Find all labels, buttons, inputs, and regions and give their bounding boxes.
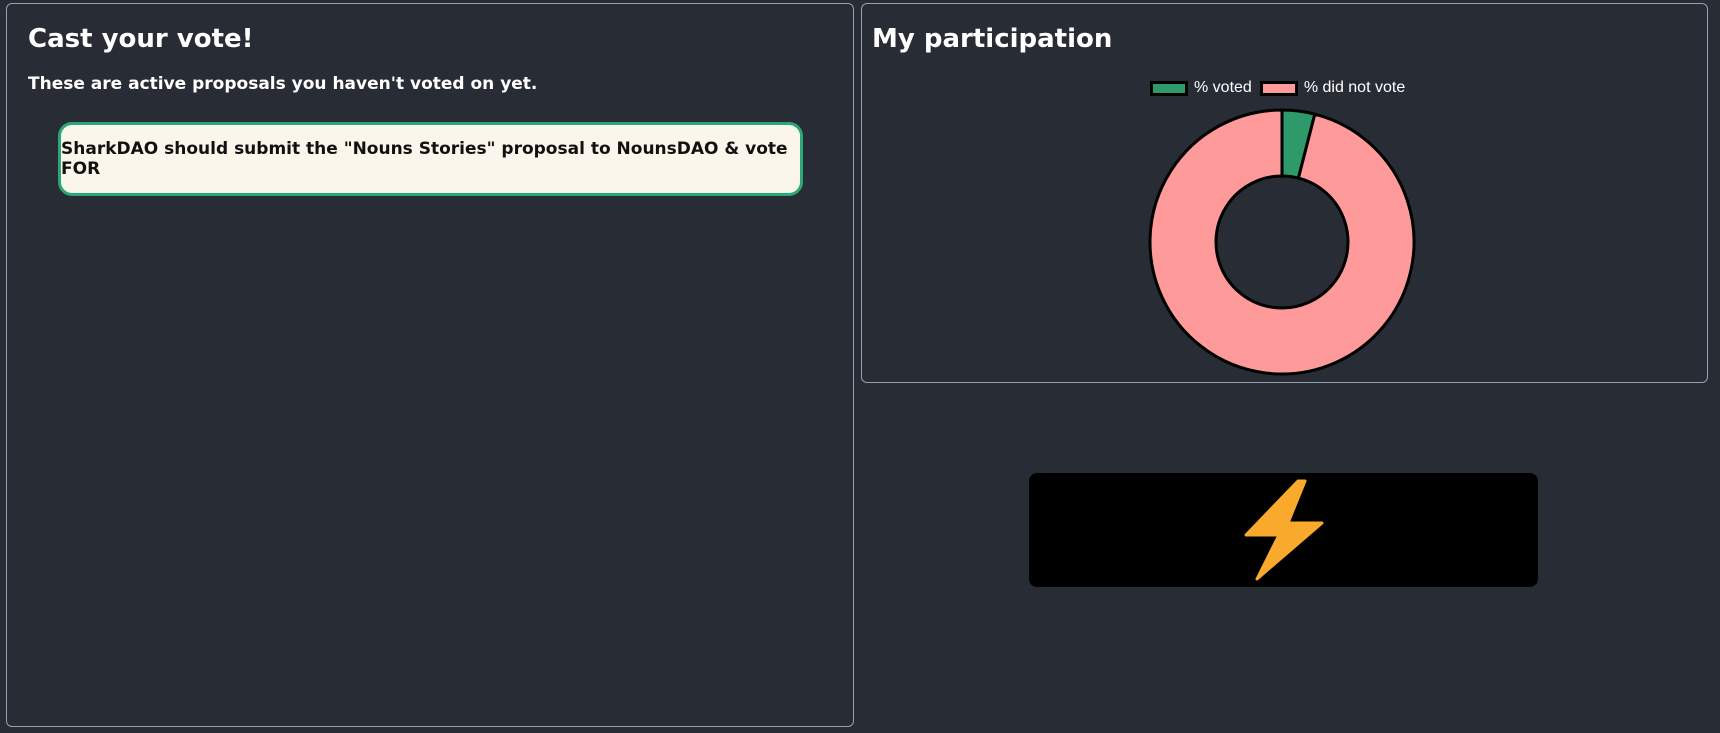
participation-donut-chart	[1148, 108, 1416, 376]
page: Cast your vote! These are active proposa…	[0, 0, 1720, 733]
lightning-badge[interactable]	[1029, 473, 1538, 587]
legend-label-voted: % voted	[1194, 79, 1252, 96]
lightning-bolt-icon	[1244, 479, 1323, 581]
legend-item-did-not-vote[interactable]: % did not vote	[1259, 79, 1406, 97]
legend-swatch-voted	[1150, 80, 1188, 96]
cast-vote-subtitle: These are active proposals you haven't v…	[28, 74, 538, 94]
participation-title: My participation	[872, 24, 1113, 54]
chart-legend: % voted % did not vote	[1150, 79, 1413, 97]
donut-svg	[1148, 108, 1416, 376]
legend-label-did-not-vote: % did not vote	[1303, 79, 1406, 96]
legend-swatch-did-not-vote	[1259, 80, 1298, 96]
cast-vote-title: Cast your vote!	[28, 24, 254, 54]
cast-vote-panel: Cast your vote! These are active proposa…	[6, 3, 854, 727]
donut-slice-did-not-vote[interactable]	[1148, 108, 1416, 376]
proposal-title: SharkDAO should submit the "Nouns Storie…	[61, 139, 788, 179]
legend-item-voted[interactable]: % voted	[1150, 79, 1252, 97]
participation-panel: My participation % voted % did not vote	[861, 3, 1708, 383]
proposal-card[interactable]: SharkDAO should submit the "Nouns Storie…	[58, 122, 803, 196]
